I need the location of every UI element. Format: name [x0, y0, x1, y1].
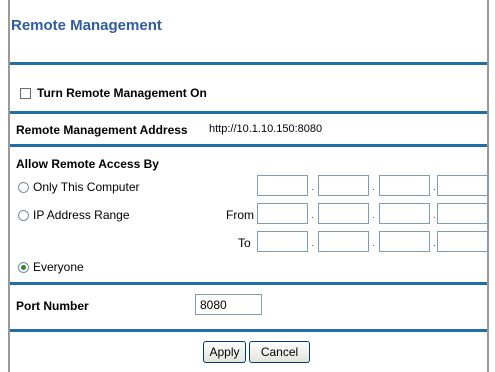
to-ip-octet-1[interactable]: [257, 231, 308, 252]
only-this-computer-label: Only This Computer: [33, 180, 140, 194]
turn-on-row[interactable]: Turn Remote Management On: [20, 86, 207, 100]
ip-range-radio[interactable]: [18, 210, 29, 222]
divider: [10, 111, 487, 114]
ip-dot: .: [372, 238, 375, 249]
ip-dot: .: [433, 210, 436, 221]
divider: [10, 62, 487, 65]
ip-dot: .: [372, 210, 375, 221]
turn-on-label: Turn Remote Management On: [37, 86, 207, 100]
from-ip-octet-4[interactable]: [437, 203, 488, 224]
ip-dot: .: [311, 210, 314, 221]
ip-dot: .: [433, 182, 436, 193]
turn-on-checkbox[interactable]: [20, 88, 31, 100]
ip-range-option[interactable]: IP Address Range: [18, 208, 130, 222]
only-this-computer-radio[interactable]: [18, 182, 29, 194]
ip-dot: .: [372, 182, 375, 193]
to-label: To: [238, 236, 251, 250]
computer-ip-octet-3[interactable]: [379, 175, 430, 196]
from-label: From: [226, 208, 254, 222]
ip-dot: .: [433, 238, 436, 249]
everyone-radio[interactable]: [18, 262, 29, 274]
apply-button[interactable]: Apply: [203, 341, 246, 363]
computer-ip-octet-2[interactable]: [318, 175, 369, 196]
from-ip-octet-3[interactable]: [379, 203, 430, 224]
only-this-computer-option[interactable]: Only This Computer: [18, 180, 139, 194]
divider: [10, 282, 487, 285]
address-label: Remote Management Address: [16, 123, 188, 137]
to-ip-octet-3[interactable]: [379, 231, 430, 252]
everyone-option[interactable]: Everyone: [18, 260, 84, 274]
everyone-label: Everyone: [33, 260, 84, 274]
divider: [10, 144, 487, 147]
from-ip-octet-1[interactable]: [257, 203, 308, 224]
computer-ip-octet-1[interactable]: [257, 175, 308, 196]
page-title: Remote Management: [11, 17, 162, 34]
to-ip-octet-4[interactable]: [437, 231, 488, 252]
computer-ip-octet-4[interactable]: [437, 175, 488, 196]
access-heading: Allow Remote Access By: [16, 157, 159, 171]
from-ip-octet-2[interactable]: [318, 203, 369, 224]
divider: [10, 329, 487, 332]
port-input[interactable]: 8080: [195, 294, 262, 315]
to-ip-octet-2[interactable]: [318, 231, 369, 252]
address-value: http://10.1.10.150:8080: [209, 123, 323, 135]
port-label: Port Number: [16, 299, 89, 313]
ip-dot: .: [311, 238, 314, 249]
cancel-button[interactable]: Cancel: [249, 341, 310, 363]
ip-dot: .: [311, 182, 314, 193]
ip-range-label: IP Address Range: [33, 208, 130, 222]
